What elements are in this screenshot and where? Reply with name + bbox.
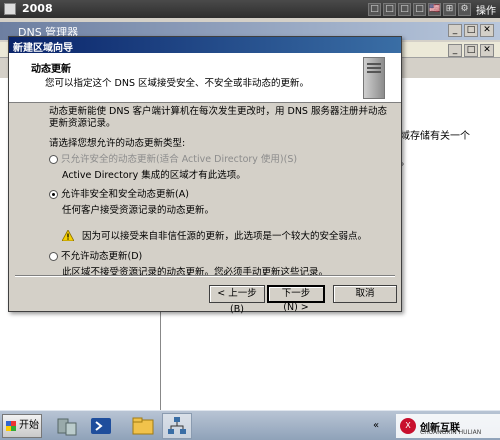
security-warning: 因为可以接受来自非信任源的更新，此选项是一个较大的安全弱点。 [62,228,367,242]
logo-icon: X [400,418,416,434]
wizard-title: 新建区域向导 [9,37,401,54]
intro-text: 动态更新能使 DNS 客户端计算机在每次发生更改时，用 DNS 服务器注册并动态… [49,106,387,129]
option-label: 不允许动态更新(D) [61,251,143,262]
cancel-button[interactable]: 取消 [333,285,397,303]
option-no-dynamic-update[interactable]: 不允许动态更新(D) [49,251,142,263]
divider [15,275,395,277]
prompt-text: 请选择您想允许的动态更新类型: [49,138,186,149]
option-secure-only[interactable]: 只允许安全的动态更新(适合 Active Directory 使用)(S) [49,154,297,166]
inner-restore-button[interactable]: □ [464,44,478,57]
radio-button[interactable] [49,155,58,164]
vm-title-bar: 2008 □ □ □ □ 🇺🇸 ⊞ ⚙ 操作 [0,0,500,18]
inner-window-controls: _ □ ✕ [448,44,494,57]
maximize-button[interactable]: □ [464,24,478,37]
background-text: 域存储有关一个 [400,131,470,142]
vm-icon [4,3,16,15]
gear-icon[interactable]: ⚙ [458,3,471,16]
inner-minimize-button[interactable]: _ [448,44,462,57]
vm-tool-button[interactable]: □ [383,3,396,16]
option-nonsecure-and-secure[interactable]: 允许非安全和安全动态更新(A) [49,189,189,201]
flag-icon[interactable]: 🇺🇸 [428,3,441,16]
explorer-icon[interactable] [128,413,158,439]
wizard-buttons: < 上一步(B) 下一步(N) > 取消 [209,285,397,315]
wizard-step-title: 动态更新 [31,64,71,75]
wizard-header: 动态更新 您可以指定这个 DNS 区域接受安全、不安全或非动态的更新。 [9,53,401,103]
vm-title: 2008 [22,2,53,15]
radio-button-selected[interactable] [49,190,58,199]
close-button[interactable]: ✕ [480,24,494,37]
dns-manager-task-icon[interactable] [162,413,192,439]
radio-button[interactable] [49,252,58,261]
warning-text: 因为可以接受来自非信任源的更新，此选项是一个较大的安全弱点。 [82,231,368,242]
vm-toolbar: □ □ □ □ 🇺🇸 ⊞ ⚙ 操作 [368,2,496,17]
vm-tool-button[interactable]: □ [413,3,426,16]
warning-icon [62,229,74,241]
back-button[interactable]: < 上一步(B) [209,285,265,315]
server-icon [363,57,385,99]
tray-toggle-button[interactable]: « [366,416,386,436]
action-menu[interactable]: 操作 [476,2,496,17]
option-description: 任何客户接受资源记录的动态更新。 [62,205,215,216]
vm-tool-button[interactable]: □ [398,3,411,16]
logo-subtext: CHUANGXIN HULIAN [420,429,482,436]
powershell-icon[interactable] [86,413,116,439]
taskbar: 开始 « X 创新互联 CHUANGXIN HULIAN [0,410,500,440]
next-button[interactable]: 下一步(N) > [267,285,325,313]
vm-tool-button[interactable]: □ [368,3,381,16]
inner-close-button[interactable]: ✕ [480,44,494,57]
option-description: Active Directory 集成的区域才有此选项。 [62,170,246,181]
wizard-body: 动态更新能使 DNS 客户端计算机在每次发生更改时，用 DNS 服务器注册并动态… [9,104,401,278]
wizard-step-subtitle: 您可以指定这个 DNS 区域接受安全、不安全或非动态的更新。 [45,78,309,89]
window-icon[interactable]: ⊞ [443,3,456,16]
system-tray: « X 创新互联 CHUANGXIN HULIAN [366,414,500,438]
server-manager-icon[interactable] [52,413,82,439]
new-zone-wizard-dialog: 新建区域向导 动态更新 您可以指定这个 DNS 区域接受安全、不安全或非动态的更… [8,36,402,315]
watermark-logo: X 创新互联 CHUANGXIN HULIAN [396,414,500,438]
start-button[interactable]: 开始 [2,414,42,438]
minimize-button[interactable]: _ [448,24,462,37]
option-label: 允许非安全和安全动态更新(A) [61,189,189,200]
option-label: 只允许安全的动态更新(适合 Active Directory 使用)(S) [61,154,298,165]
